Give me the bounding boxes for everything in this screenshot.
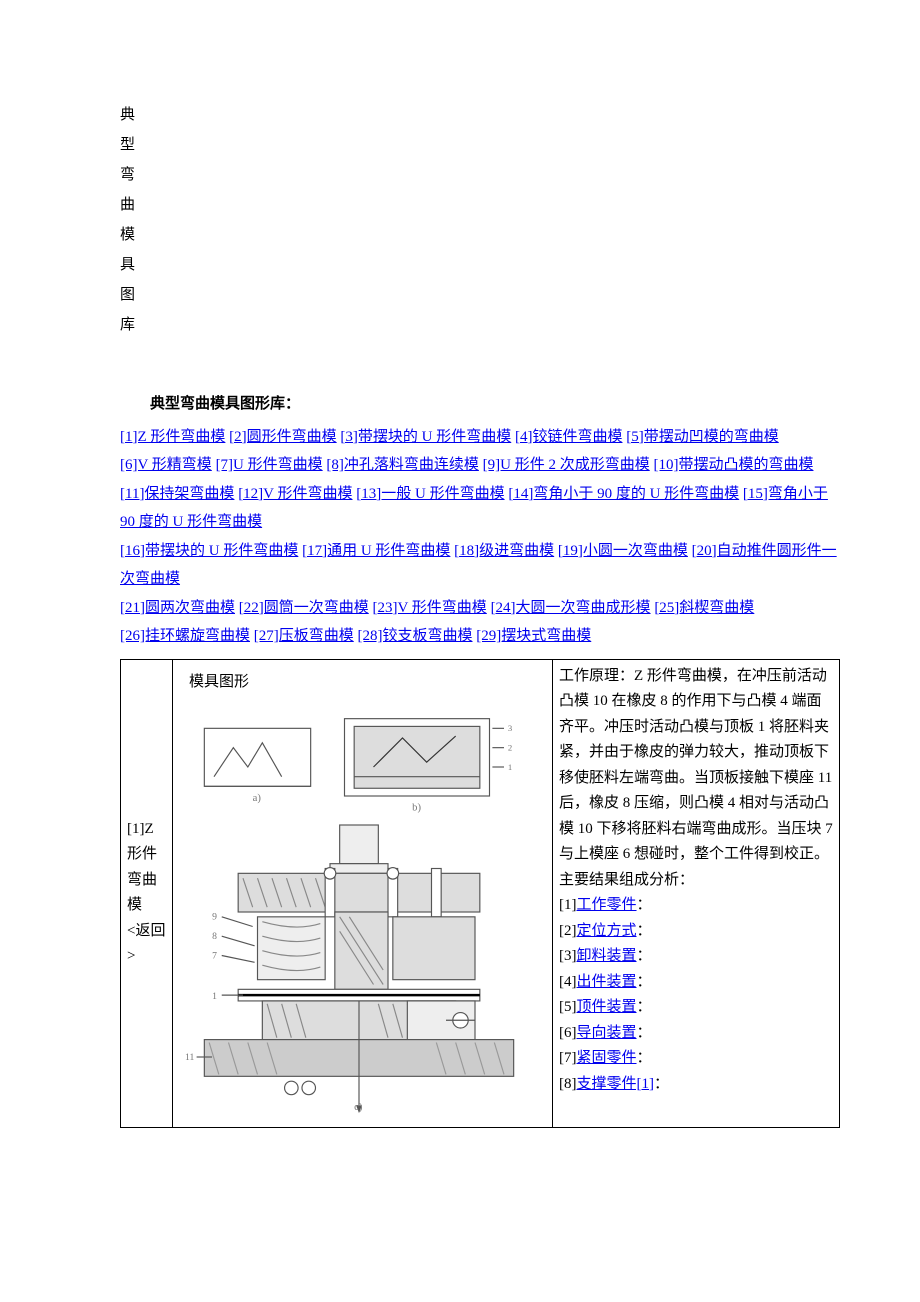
vt-char: 具 [120, 250, 840, 280]
item-num: [6] [559, 1025, 577, 1041]
link-16[interactable]: [16]带摆块的 U 形件弯曲模 [120, 543, 298, 559]
colon: ： [637, 1025, 652, 1041]
link-25[interactable]: [25]斜楔弯曲模 [654, 600, 754, 616]
row-label: 弯曲 [127, 868, 166, 894]
description-cell: 工作原理：Z 形件弯曲模，在冲压前活动凸模 10 在橡皮 8 的作用下与凸模 4… [553, 659, 840, 1128]
item-num: [8] [559, 1076, 577, 1092]
item-link-2[interactable]: 定位方式 [577, 923, 637, 939]
svg-text:8: 8 [212, 931, 217, 942]
item-num: [3] [559, 948, 577, 964]
link-22[interactable]: [22]圆筒一次弯曲模 [239, 600, 369, 616]
vt-char: 弯 [120, 160, 840, 190]
content-table: [1]Z 形件 弯曲 模 <返回> 模具图形 a) [120, 659, 840, 1129]
colon: ： [637, 1050, 652, 1066]
table-row: [1]Z 形件 弯曲 模 <返回> 模具图形 a) [121, 659, 840, 1128]
link-29[interactable]: [29]摆块式弯曲模 [476, 628, 591, 644]
link-3[interactable]: [3]带摆块的 U 形件弯曲模 [340, 429, 511, 445]
link-19[interactable]: [19]小圆一次弯曲模 [558, 543, 688, 559]
row-label: [1]Z [127, 817, 166, 843]
svg-text:1: 1 [508, 762, 512, 772]
link-4[interactable]: [4]铰链件弯曲模 [515, 429, 623, 445]
row-label: 模 [127, 893, 166, 919]
svg-text:7: 7 [212, 950, 217, 961]
vt-char: 模 [120, 220, 840, 250]
colon: ： [637, 999, 652, 1015]
item-link-7[interactable]: 紧固零件 [577, 1050, 637, 1066]
link-17[interactable]: [17]通用 U 形件弯曲模 [302, 543, 450, 559]
link-11[interactable]: [11]保持架弯曲模 [120, 486, 234, 502]
vt-char: 库 [120, 310, 840, 340]
link-28[interactable]: [28]铰支板弯曲模 [358, 628, 473, 644]
figure-title: 模具图形 [189, 670, 546, 696]
vt-char: 典 [120, 100, 840, 130]
colon: ： [654, 1076, 669, 1092]
colon: ： [637, 897, 652, 913]
item-link-8[interactable]: 支撑零件[1] [577, 1076, 655, 1092]
item-num: [2] [559, 923, 577, 939]
die-diagram: a) 3 2 1 b) [179, 703, 539, 1123]
item-link-4[interactable]: 出件装置 [577, 974, 637, 990]
link-27[interactable]: [27]压板弯曲模 [254, 628, 354, 644]
item-link-3[interactable]: 卸料装置 [577, 948, 637, 964]
link-8[interactable]: [8]冲孔落料弯曲连续模 [326, 457, 479, 473]
svg-text:2: 2 [508, 743, 512, 753]
row-label-cell: [1]Z 形件 弯曲 模 <返回> [121, 659, 173, 1128]
vertical-title: 典 型 弯 曲 模 具 图 库 [120, 100, 840, 340]
section-subtitle: 典型弯曲模具图形库： [120, 390, 840, 419]
back-link[interactable]: <返回> [127, 923, 165, 965]
link-26[interactable]: [26]挂环螺旋弯曲模 [120, 628, 250, 644]
link-2[interactable]: [2]圆形件弯曲模 [229, 429, 337, 445]
vt-char: 型 [120, 130, 840, 160]
link-23[interactable]: [23]V 形件弯曲模 [373, 600, 487, 616]
link-24[interactable]: [24]大圆一次弯曲成形模 [491, 600, 651, 616]
link-14[interactable]: [14]弯角小于 90 度的 U 形件弯曲模 [508, 486, 739, 502]
svg-text:b): b) [412, 803, 421, 814]
item-link-1[interactable]: 工作零件 [577, 897, 637, 913]
item-num: [1] [559, 897, 577, 913]
link-9[interactable]: [9]U 形件 2 次成形弯曲模 [483, 457, 650, 473]
index-links: [1]Z 形件弯曲模 [2]圆形件弯曲模 [3]带摆块的 U 形件弯曲模 [4]… [120, 423, 840, 651]
vt-char: 图 [120, 280, 840, 310]
colon: ： [637, 923, 652, 939]
svg-text:a): a) [253, 793, 262, 804]
svg-text:11: 11 [185, 1052, 194, 1063]
link-12[interactable]: [12]V 形件弯曲模 [238, 486, 352, 502]
working-principle: 工作原理：Z 形件弯曲模，在冲压前活动凸模 10 在橡皮 8 的作用下与凸模 4… [559, 664, 833, 868]
link-18[interactable]: [18]级进弯曲模 [454, 543, 554, 559]
die-diagram-svg: a) 3 2 1 b) [185, 709, 533, 1115]
item-link-6[interactable]: 导向装置 [577, 1025, 637, 1041]
link-1[interactable]: [1]Z 形件弯曲模 [120, 429, 225, 445]
item-num: [7] [559, 1050, 577, 1066]
svg-text:c): c) [354, 1102, 363, 1113]
item-num: [5] [559, 999, 577, 1015]
link-5[interactable]: [5]带摆动凹模的弯曲模 [626, 429, 779, 445]
link-13[interactable]: [13]一般 U 形件弯曲模 [356, 486, 504, 502]
row-label: 形件 [127, 842, 166, 868]
item-num: [4] [559, 974, 577, 990]
colon: ： [637, 948, 652, 964]
svg-text:3: 3 [508, 723, 512, 733]
colon: ： [637, 974, 652, 990]
item-link-5[interactable]: 顶件装置 [577, 999, 637, 1015]
link-21[interactable]: [21]圆两次弯曲模 [120, 600, 235, 616]
analysis-title: 主要结果组成分析： [559, 868, 833, 894]
figure-cell: 模具图形 a) 3 2 [173, 659, 553, 1128]
link-10[interactable]: [10]带摆动凸模的弯曲模 [653, 457, 813, 473]
link-6[interactable]: [6]V 形精弯模 [120, 457, 212, 473]
vt-char: 曲 [120, 190, 840, 220]
svg-text:9: 9 [212, 912, 217, 923]
svg-text:1: 1 [212, 991, 217, 1002]
link-7[interactable]: [7]U 形件弯曲模 [216, 457, 323, 473]
